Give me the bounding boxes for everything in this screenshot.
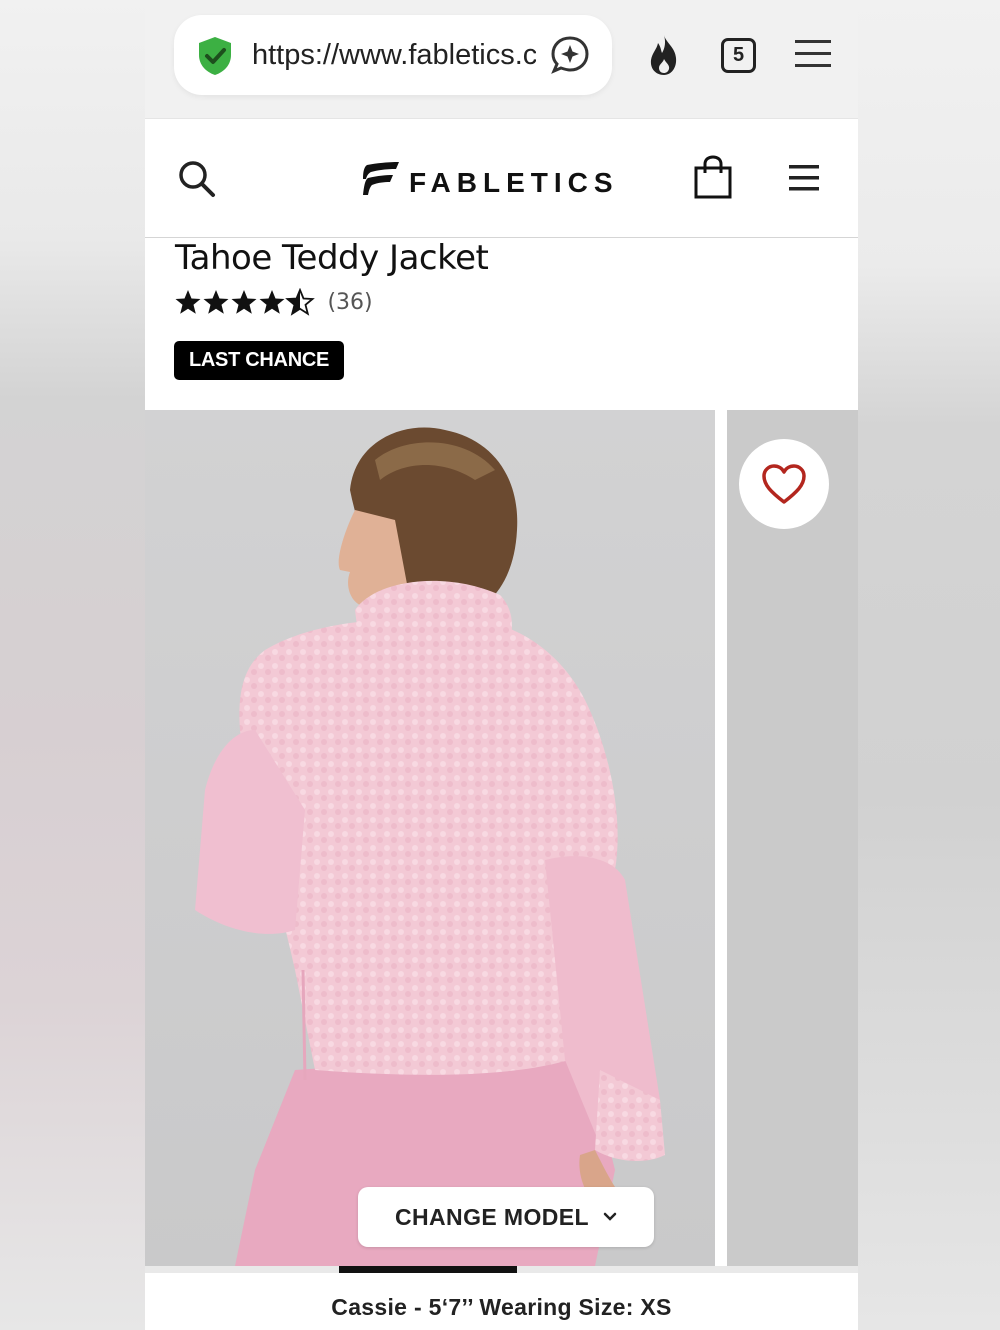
star-rating-icon xyxy=(175,289,314,315)
site-menu-icon[interactable] xyxy=(789,163,821,193)
gallery-divider xyxy=(715,410,727,1266)
next-product-image[interactable] xyxy=(727,410,858,1266)
model-photo-illustration xyxy=(145,410,715,1266)
last-chance-badge: LAST CHANCE xyxy=(174,341,345,380)
browser-menu-icon[interactable] xyxy=(795,38,831,70)
favorite-button[interactable] xyxy=(739,439,829,529)
chevron-down-icon xyxy=(603,1212,617,1221)
phone-viewport: https://www.fabletics.com 5 xyxy=(145,0,858,1330)
product-gallery[interactable]: CHANGE MODEL xyxy=(145,410,858,1266)
brand-logo[interactable]: FABLETICS xyxy=(361,161,621,201)
brand-name: FABLETICS xyxy=(409,167,619,198)
background-left xyxy=(0,0,145,1330)
change-model-label: CHANGE MODEL xyxy=(395,1203,589,1230)
product-title: Tahoe Teddy Jacket xyxy=(175,238,489,278)
fire-icon[interactable] xyxy=(645,33,683,77)
site-header: FABLETICS xyxy=(145,118,858,238)
browser-toolbar: https://www.fabletics.com 5 xyxy=(145,0,858,118)
review-count[interactable]: (36) xyxy=(327,290,372,315)
heart-icon xyxy=(762,464,806,504)
url-text[interactable]: https://www.fabletics.com xyxy=(252,37,536,73)
sparkle-chat-icon[interactable] xyxy=(549,34,591,76)
product-image[interactable] xyxy=(145,410,715,1266)
tab-switcher-button[interactable]: 5 xyxy=(721,38,756,73)
search-icon[interactable] xyxy=(177,159,217,199)
change-model-button[interactable]: CHANGE MODEL xyxy=(358,1187,654,1247)
gallery-progress-track xyxy=(145,1266,858,1273)
address-bar[interactable]: https://www.fabletics.com xyxy=(174,15,612,95)
shopping-bag-icon[interactable] xyxy=(693,155,733,199)
model-caption: Cassie - 5‘7’’ Wearing Size: XS xyxy=(331,1294,672,1320)
product-rating[interactable]: (36) xyxy=(175,288,373,318)
gallery-progress-indicator xyxy=(339,1266,517,1273)
shield-check-icon[interactable] xyxy=(194,35,236,77)
fabletics-logo-mark-icon xyxy=(363,162,399,195)
background-right xyxy=(858,0,1000,1330)
